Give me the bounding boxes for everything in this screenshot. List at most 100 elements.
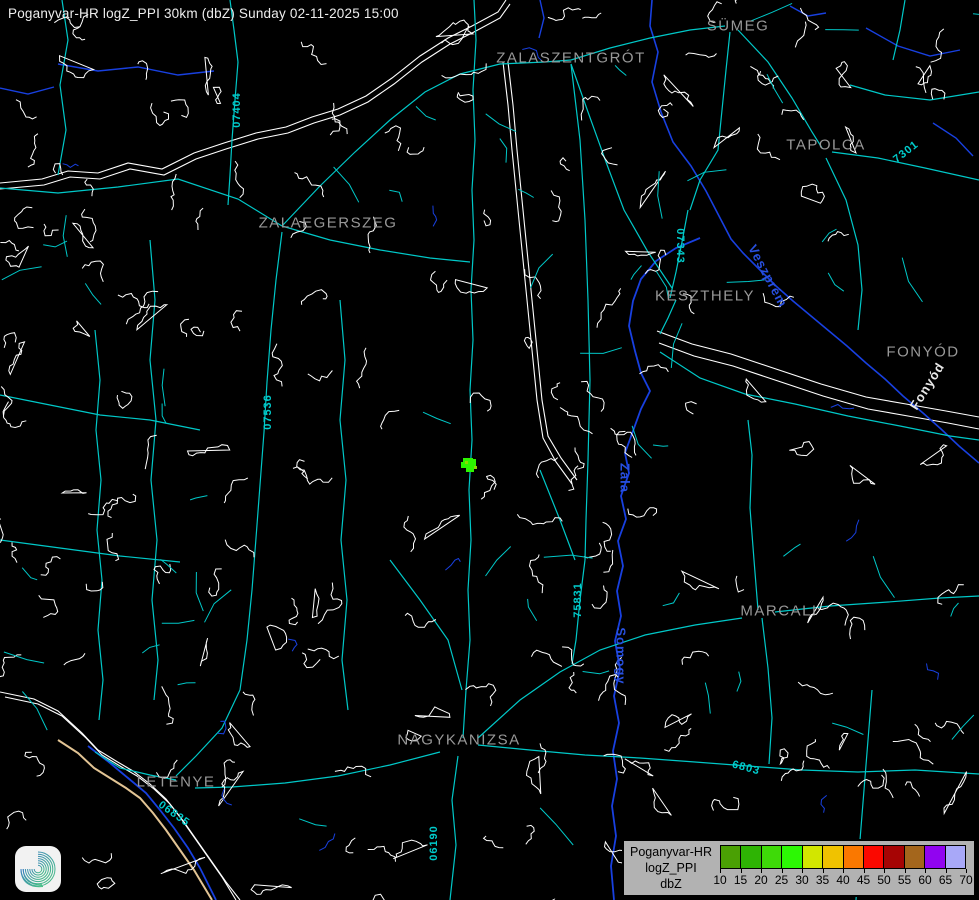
road-number-label: 07536 [262, 394, 274, 430]
settlement-outline [137, 305, 167, 330]
minor-road-line [631, 266, 642, 280]
stream-line [445, 559, 460, 571]
settlement-outline [798, 682, 833, 695]
legend-tick-value: 15 [734, 873, 747, 887]
minor-road-line [162, 404, 166, 424]
minor-road-line [190, 496, 207, 500]
stream-line [846, 520, 859, 542]
minor-road-line [615, 65, 626, 75]
settlement-outline [828, 232, 849, 242]
settlement-outline [625, 759, 653, 776]
settlement-outline [603, 522, 612, 551]
settlement-outline [465, 684, 495, 706]
settlement-outline [191, 327, 204, 336]
minor-road-line [727, 280, 765, 283]
minor-road-line [500, 139, 507, 163]
settlement-outline [393, 840, 427, 859]
settlement-outline [736, 576, 744, 592]
settlement-outline [297, 460, 308, 479]
minor-road-line [85, 283, 101, 304]
minor-road-line [486, 114, 516, 132]
settlement-outline [789, 442, 813, 456]
settlement-outline [415, 707, 450, 717]
legend-panel: Poganyvar-HR logZ_PPI dbZ 10152025303540… [622, 839, 976, 897]
met-spiral-logo [14, 845, 62, 893]
minor-road-line [43, 241, 67, 247]
city-label: FONYÓD [886, 344, 959, 361]
settlement-outline [25, 752, 45, 776]
settlement-outline [551, 191, 561, 222]
settlement-outline [289, 598, 298, 625]
settlement-outline [28, 134, 38, 167]
settlement-outline [581, 381, 604, 411]
settlement-outline [44, 224, 59, 236]
settlement-outline [582, 13, 601, 18]
settlement-outline [86, 582, 103, 591]
area-label: Zala [618, 463, 633, 493]
settlement-outline [517, 514, 562, 524]
radar-screen: Poganyvar-HR logZ_PPI 30km (dbZ) Sunday … [0, 0, 979, 900]
stream-line [821, 795, 827, 812]
minor-road-line [196, 572, 203, 611]
minor-road-line [663, 593, 680, 606]
radar-echo-cell [472, 459, 476, 463]
settlement-outline [935, 721, 964, 733]
settlement-outline [267, 625, 287, 650]
minor-road-line [737, 672, 741, 692]
minor-road-line [767, 74, 783, 103]
settlement-outline [530, 555, 543, 594]
legend-cell-10 [721, 846, 741, 868]
settlement-outline [0, 655, 21, 682]
minor-road-line [486, 547, 511, 577]
radar-map-canvas [0, 0, 979, 900]
settlement-outline [425, 515, 460, 539]
settlement-outline [664, 728, 691, 751]
stream-line [433, 206, 437, 227]
road-line [0, 540, 180, 562]
settlement-outline [373, 894, 394, 900]
minor-road-line [973, 14, 979, 16]
settlement-outline [795, 22, 806, 48]
settlement-outline [225, 540, 254, 558]
minor-road-line [2, 267, 42, 280]
settlement-outline [536, 458, 557, 478]
settlement-outline [3, 402, 26, 428]
settlement-outline [0, 504, 1, 521]
minor-road-line [583, 671, 610, 674]
minor-road-line [334, 167, 359, 202]
settlement-outline [525, 269, 541, 299]
radar-echo-cell [466, 468, 474, 472]
minor-road-line [832, 723, 863, 734]
settlement-outline [531, 650, 562, 666]
minor-road-line [902, 258, 922, 302]
legend-color-scale: 10152025303540455055606570 [720, 845, 966, 895]
settlement-outline [920, 445, 946, 466]
settlement-outline [0, 241, 19, 251]
road-line [478, 618, 742, 738]
legend-cell-40 [844, 846, 864, 868]
settlement-outline [302, 653, 320, 668]
settlement-outline [836, 62, 851, 88]
settlement-outline [251, 885, 292, 895]
legend-tick-value: 70 [959, 873, 972, 887]
settlement-outline [293, 467, 332, 484]
road-line [738, 30, 822, 148]
river-line [790, 6, 826, 16]
legend-tick-value: 10 [713, 873, 726, 887]
settlement-outline [209, 569, 222, 596]
legend-cell-55 [905, 846, 925, 868]
settlement-outline [457, 92, 473, 102]
settlement-outline [548, 8, 581, 21]
settlement-outline [481, 475, 496, 499]
settlement-outline [9, 342, 25, 375]
settlement-outline [746, 379, 766, 402]
settlement-outline [82, 261, 103, 282]
minor-road-line [580, 348, 622, 354]
settlement-outline [575, 448, 584, 470]
settlement-outline [931, 29, 944, 62]
minor-road-line [162, 620, 195, 623]
settlement-outline [308, 371, 333, 381]
river-line [933, 123, 973, 156]
city-label: SÜMEG [707, 18, 770, 35]
road-line [571, 64, 590, 560]
